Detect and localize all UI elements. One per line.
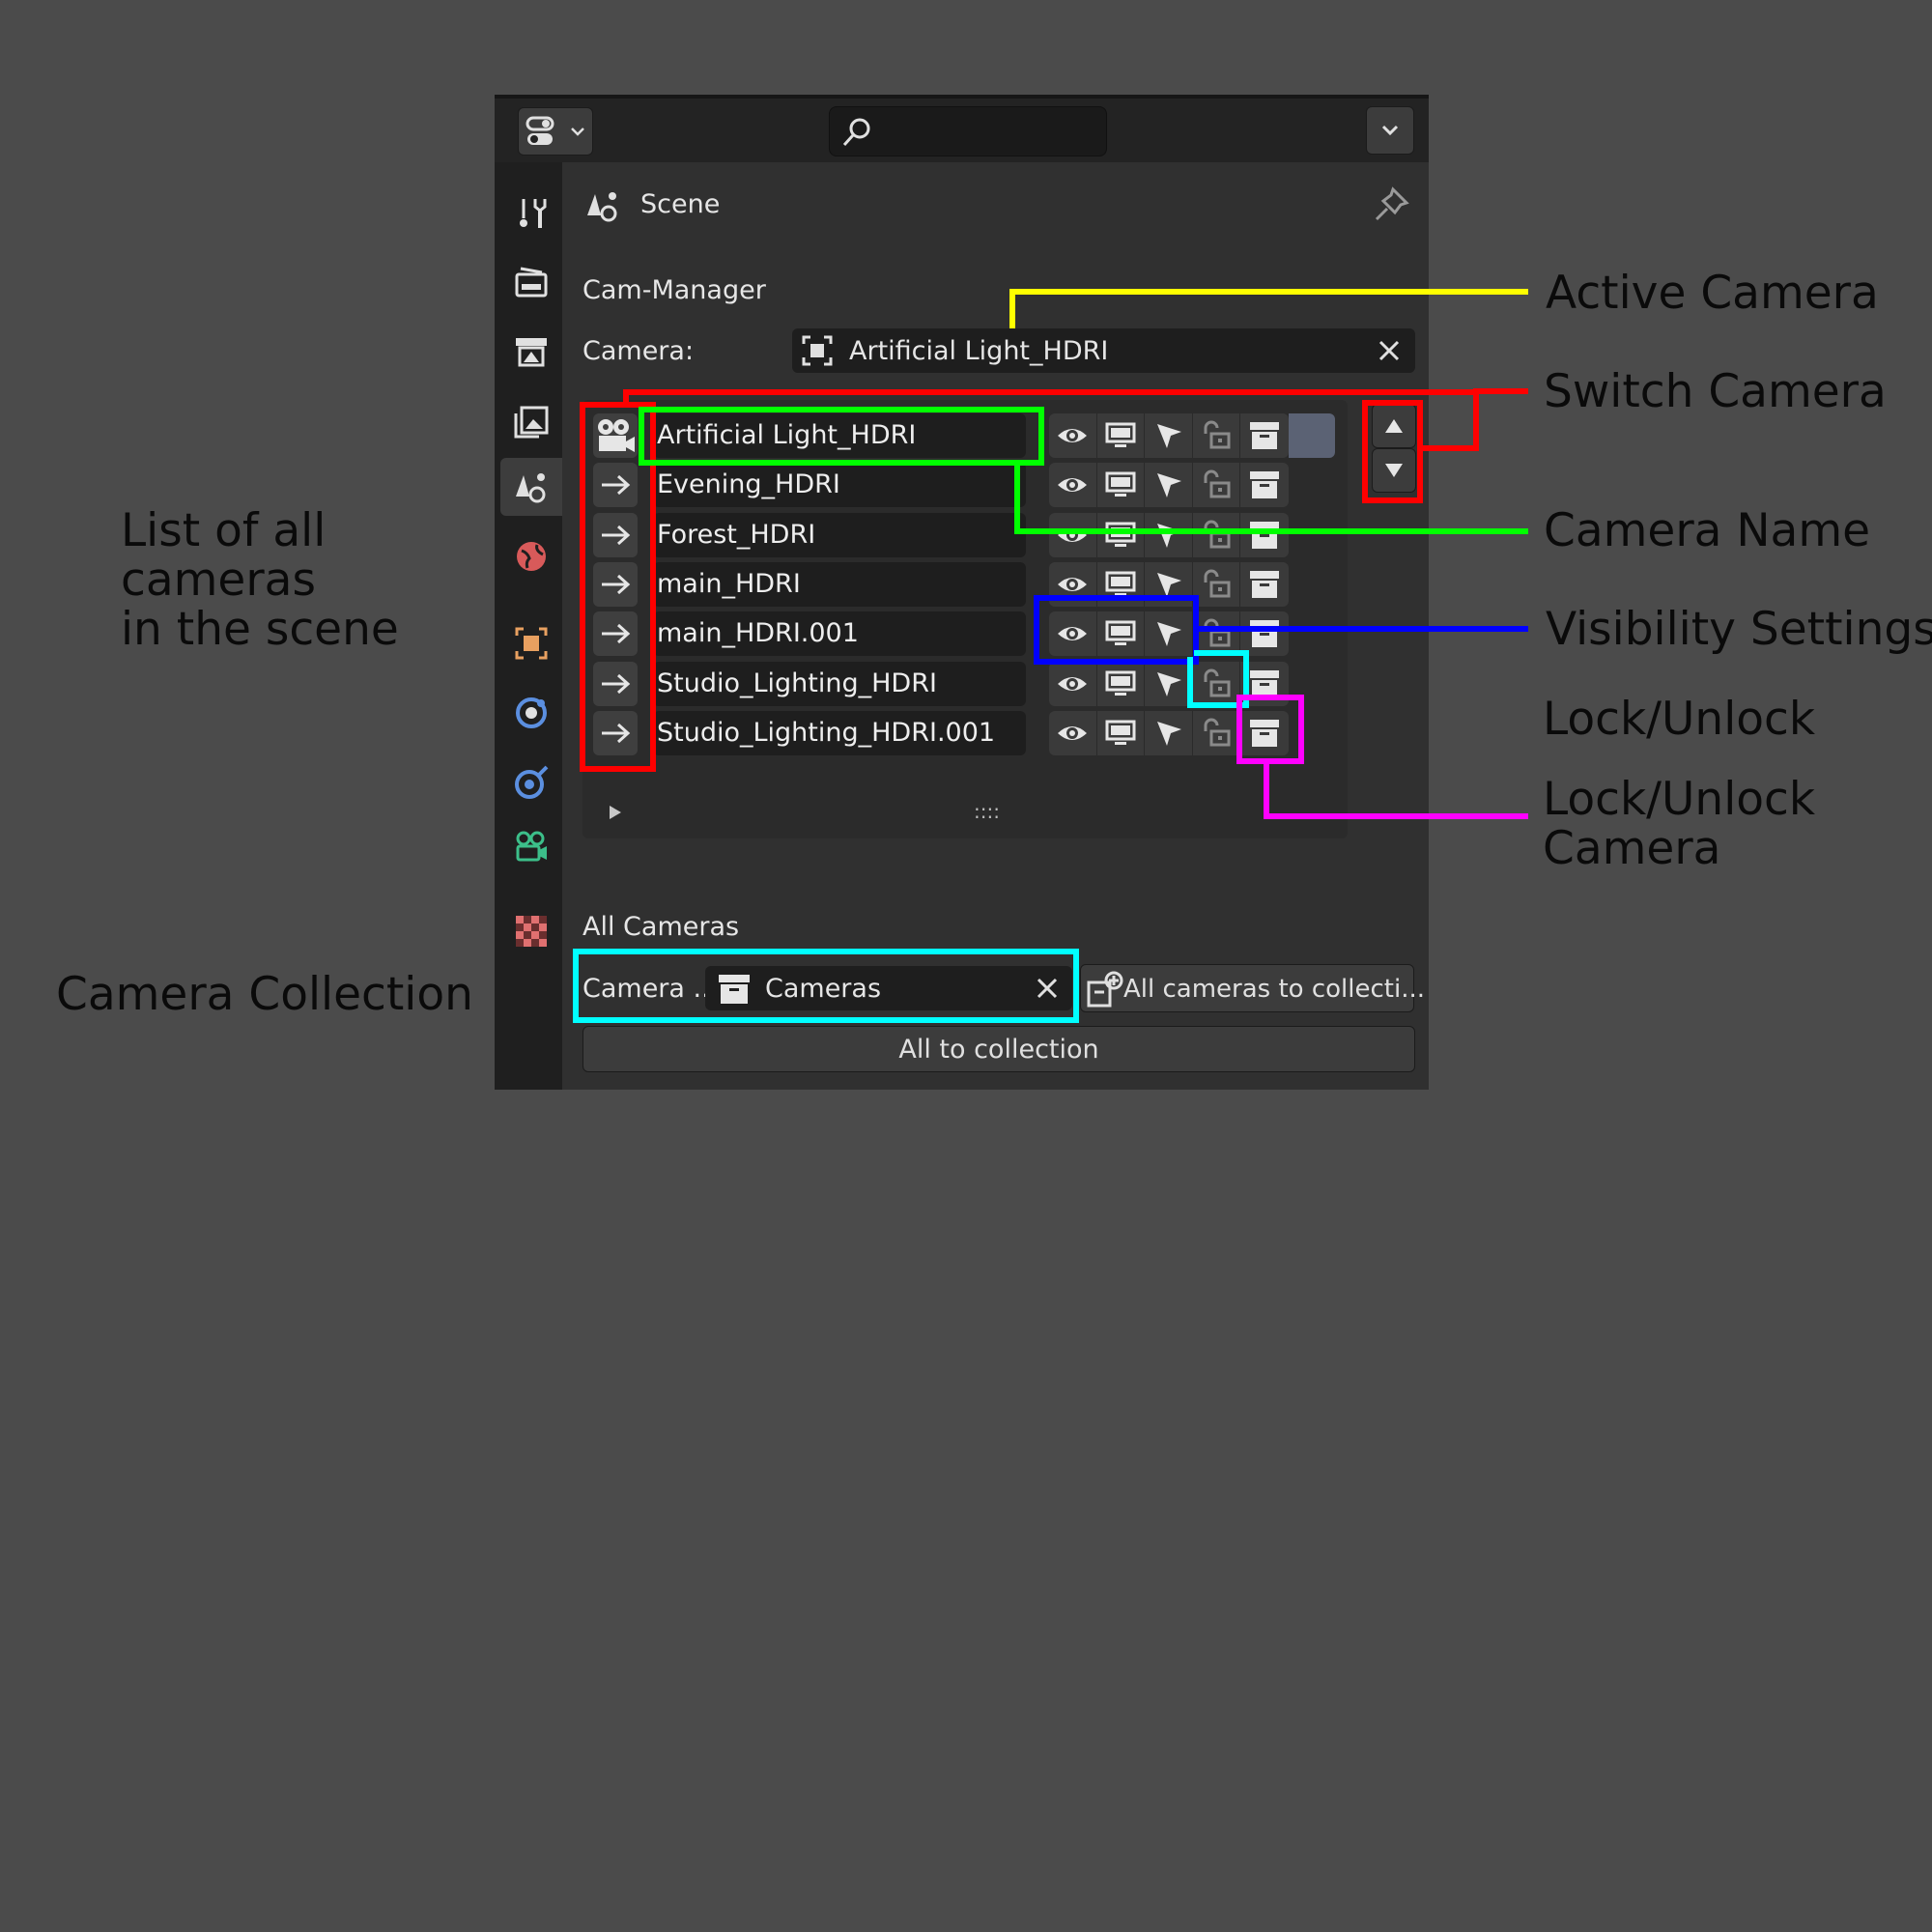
switch-camera-leader-left (623, 389, 1476, 405)
camera-name-highlight (639, 407, 1044, 466)
label-list-3: in the scene (121, 603, 399, 656)
switch-camera-highlight (1362, 400, 1423, 503)
label-switch-camera: Switch Camera (1544, 365, 1887, 418)
label-active-camera: Active Camera (1546, 267, 1879, 320)
label-list-2: cameras (121, 554, 316, 607)
label-camera-name: Camera Name (1544, 504, 1871, 557)
label-list-1: List of all (121, 504, 327, 557)
lock-unlock-camera-leader (1264, 761, 1528, 819)
label-lock-unlock: Lock/Unlock (1543, 693, 1816, 746)
label-visibility-settings: Visibility Settings (1546, 603, 1932, 656)
label-camera-collection: Camera Collection (56, 968, 473, 1021)
camera-collection-highlight (573, 949, 1079, 1023)
visibility-highlight (1034, 595, 1199, 665)
label-lock-unlock-camera-1: Lock/Unlock (1543, 773, 1816, 826)
active-camera-leader (1009, 289, 1528, 328)
camera-name-leader (1014, 463, 1528, 534)
switch-camera-leader (1420, 388, 1528, 451)
label-lock-unlock-camera-2: Camera (1543, 822, 1721, 875)
